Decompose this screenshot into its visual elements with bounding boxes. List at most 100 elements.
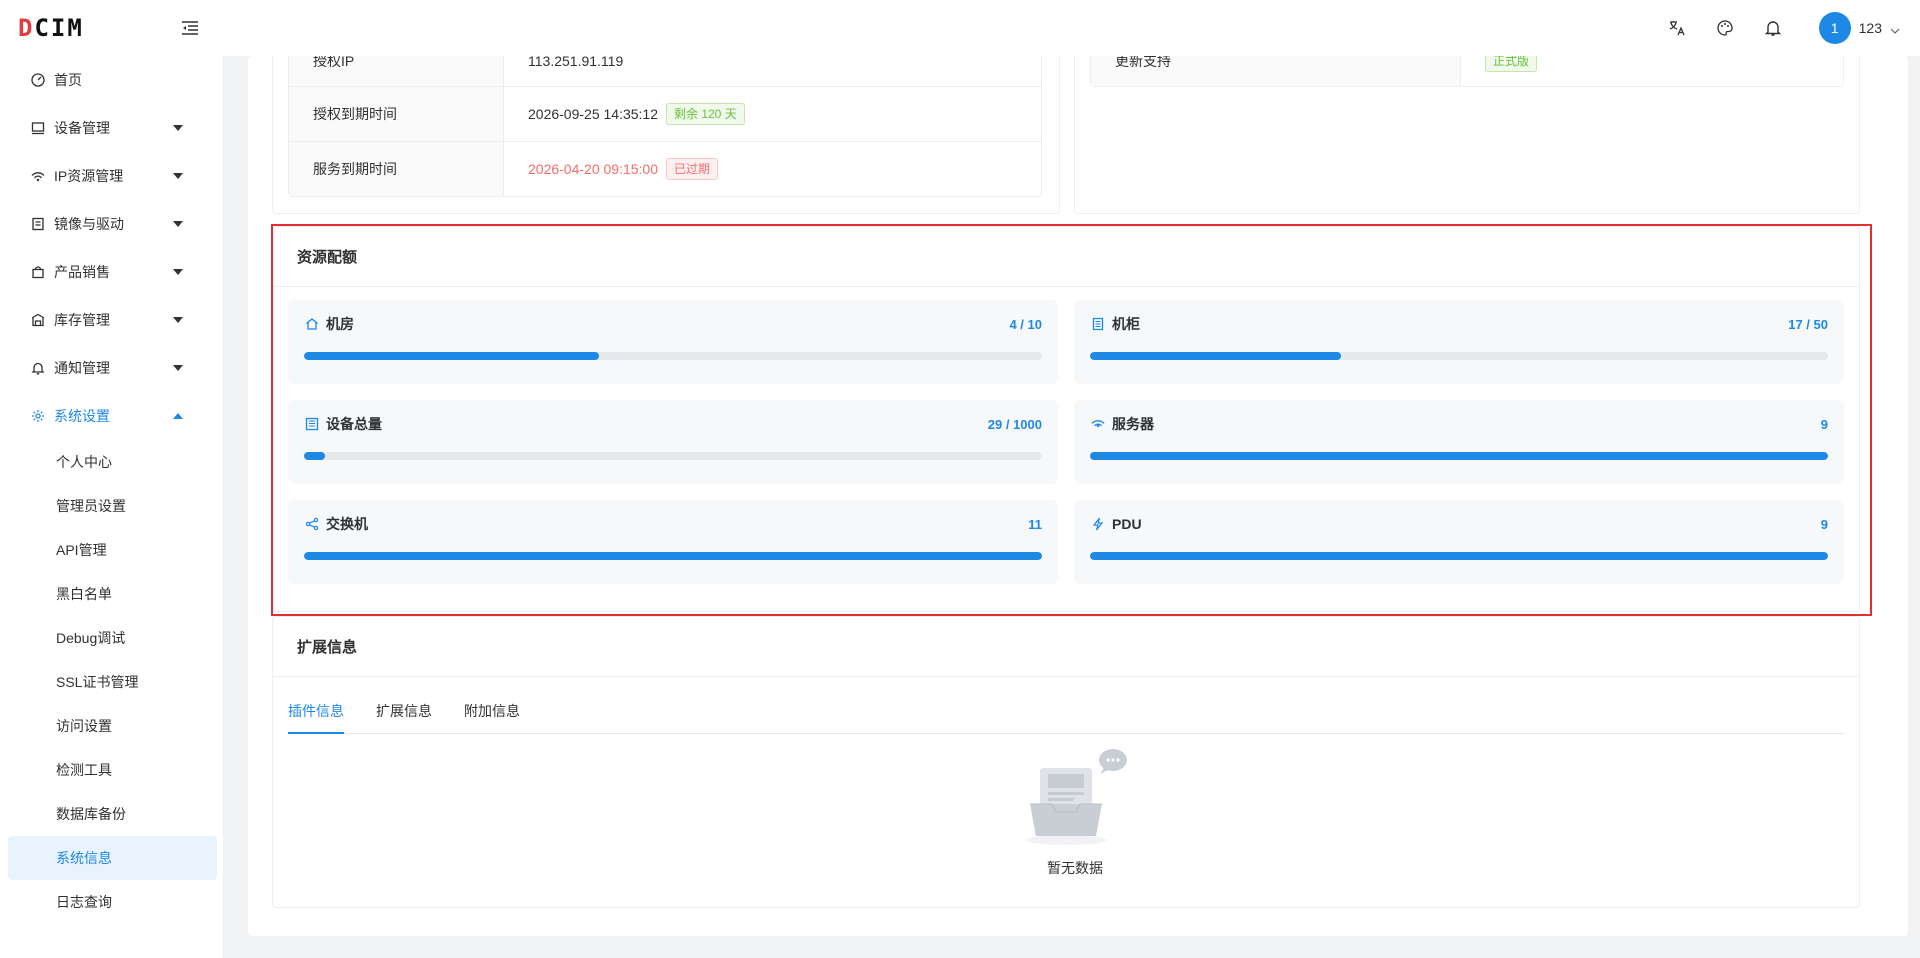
sidebar-subitem-access[interactable]: 访问设置 — [0, 704, 223, 748]
cabinet-icon — [1090, 316, 1106, 332]
sidebar-subitem-ssl[interactable]: SSL证书管理 — [0, 660, 223, 704]
avatar[interactable]: 1 — [1818, 12, 1851, 44]
quota-item: 机柜 17 / 50 — [1074, 300, 1844, 384]
collapse-sidebar-icon[interactable] — [180, 18, 200, 38]
caret-down-icon — [173, 317, 183, 323]
quota-progress-track — [1090, 352, 1828, 360]
server-icon — [1090, 416, 1106, 432]
quota-value: 9 — [1820, 516, 1828, 532]
sidebar-item-label: IP资源管理 — [54, 168, 124, 184]
sidebar-subitem-admin-settings[interactable]: 管理员设置 — [0, 484, 223, 528]
sidebar-item-label: 产品销售 — [54, 264, 110, 280]
sidebar-item-system-settings[interactable]: 系统设置 — [0, 392, 223, 440]
remaining-days-badge: 剩余 120 天 — [666, 103, 745, 125]
quota-item: PDU 9 — [1074, 500, 1844, 584]
quota-progress-track — [304, 452, 1042, 460]
sidebar-item-label: 镜像与驱动 — [54, 216, 124, 232]
home-icon — [304, 316, 320, 332]
quota-progress-fill — [304, 452, 326, 460]
chevron-down-icon[interactable] — [1890, 23, 1900, 34]
sidebar-item-label: 通知管理 — [54, 360, 110, 376]
lightning-icon — [1090, 516, 1106, 532]
quota-label: PDU — [1112, 516, 1142, 532]
quota-value: 11 — [1028, 516, 1042, 532]
quota-value: 29 / 1000 — [987, 416, 1042, 432]
sidebar-subitem-backup[interactable]: 数据库备份 — [0, 792, 223, 836]
quota-progress-fill — [1090, 552, 1828, 560]
empty-state-text: 暂无数据 — [1047, 860, 1103, 876]
sidebar-item-images-drivers[interactable]: 镜像与驱动 — [0, 200, 223, 248]
extension-tabs: 插件信息 扩展信息 附加信息 — [288, 692, 1844, 734]
expired-badge: 已过期 — [666, 158, 719, 180]
service-expiry-value: 2026-04-20 09:15:00 — [528, 161, 658, 177]
sidebar-subitem-debug[interactable]: Debug调试 — [0, 616, 223, 660]
table-row: 服务到期时间 2026-04-20 09:15:00 已过期 — [289, 141, 1041, 196]
caret-down-icon — [173, 173, 183, 179]
sidebar-item-label: 首页 — [54, 72, 82, 88]
caret-up-icon — [173, 413, 183, 419]
sidebar-item-inventory[interactable]: 库存管理 — [0, 296, 223, 344]
empty-state-illustration — [1020, 748, 1130, 851]
caret-down-icon — [173, 365, 183, 371]
quota-value: 4 / 10 — [1009, 316, 1042, 332]
top-header: D CIM 1 123 — [0, 0, 1920, 56]
gear-icon — [30, 408, 46, 424]
tab-additional-info[interactable]: 附加信息 — [464, 692, 520, 734]
sidebar-item-label: 设备管理 — [54, 120, 110, 136]
caret-down-icon — [173, 269, 183, 275]
sidebar-item-device-management[interactable]: 设备管理 — [0, 104, 223, 152]
sidebar-item-ip-resources[interactable]: IP资源管理 — [0, 152, 223, 200]
dcim-logo[interactable]: D CIM — [18, 14, 84, 42]
quota-progress-fill — [1090, 452, 1828, 460]
warehouse-icon — [30, 312, 46, 328]
bell-icon[interactable] — [1763, 18, 1783, 38]
extension-title: 扩展信息 — [273, 617, 1859, 677]
sidebar-item-product-sales[interactable]: 产品销售 — [0, 248, 223, 296]
sidebar-subitem-profile[interactable]: 个人中心 — [0, 440, 223, 484]
sidebar-item-home[interactable]: 首页 — [0, 56, 223, 104]
bell-icon — [30, 360, 46, 376]
quota-progress-track — [1090, 452, 1828, 460]
username[interactable]: 123 — [1859, 20, 1882, 36]
sidebar-item-notifications[interactable]: 通知管理 — [0, 344, 223, 392]
service-expiry-label: 服务到期时间 — [289, 142, 504, 196]
building-icon — [304, 416, 320, 432]
sidebar-item-label: 库存管理 — [54, 312, 110, 328]
sidebar-subitem-system-info[interactable]: 系统信息 — [8, 836, 217, 880]
caret-down-icon — [173, 221, 183, 227]
resource-quota-title: 资源配额 — [273, 227, 1859, 287]
quota-progress-track — [304, 552, 1042, 560]
quota-progress-fill — [304, 552, 1042, 560]
quota-label: 设备总量 — [326, 416, 382, 432]
quota-value: 17 / 50 — [1788, 316, 1828, 332]
quota-label: 交换机 — [326, 516, 368, 532]
license-expiry-label: 授权到期时间 — [289, 87, 504, 141]
license-table: 授权IP 113.251.91.119 授权到期时间 2026-09-25 14… — [288, 36, 1042, 197]
sidebar-subitem-logs[interactable]: 日志查询 — [0, 880, 223, 924]
quota-item: 交换机 11 — [288, 500, 1058, 584]
quota-label: 机房 — [326, 316, 354, 332]
quota-progress-track — [1090, 552, 1828, 560]
bag-icon — [30, 264, 46, 280]
sidebar-subitem-tools[interactable]: 检测工具 — [0, 748, 223, 792]
system-settings-submenu: 个人中心 管理员设置 API管理 黑白名单 Debug调试 SSL证书管理 访问… — [0, 440, 223, 924]
tab-plugin-info[interactable]: 插件信息 — [288, 692, 344, 734]
quota-label: 服务器 — [1112, 416, 1154, 432]
quota-progress-track — [304, 352, 1042, 360]
sidebar-subitem-api[interactable]: API管理 — [0, 528, 223, 572]
tab-extension-info[interactable]: 扩展信息 — [376, 692, 432, 734]
quota-progress-fill — [1090, 352, 1341, 360]
document-icon — [30, 216, 46, 232]
palette-icon[interactable] — [1715, 18, 1735, 38]
dashboard-icon — [30, 72, 46, 88]
monitor-icon — [30, 120, 46, 136]
quota-item: 设备总量 29 / 1000 — [288, 400, 1058, 484]
quota-label: 机柜 — [1112, 316, 1140, 332]
quota-progress-fill — [304, 352, 600, 360]
sidebar-item-label: 系统设置 — [54, 408, 110, 424]
quota-item: 机房 4 / 10 — [288, 300, 1058, 384]
translate-icon[interactable] — [1667, 18, 1687, 38]
license-expiry-value: 2026-09-25 14:35:12 — [528, 106, 658, 122]
caret-down-icon — [173, 125, 183, 131]
sidebar-subitem-blacklist[interactable]: 黑白名单 — [0, 572, 223, 616]
